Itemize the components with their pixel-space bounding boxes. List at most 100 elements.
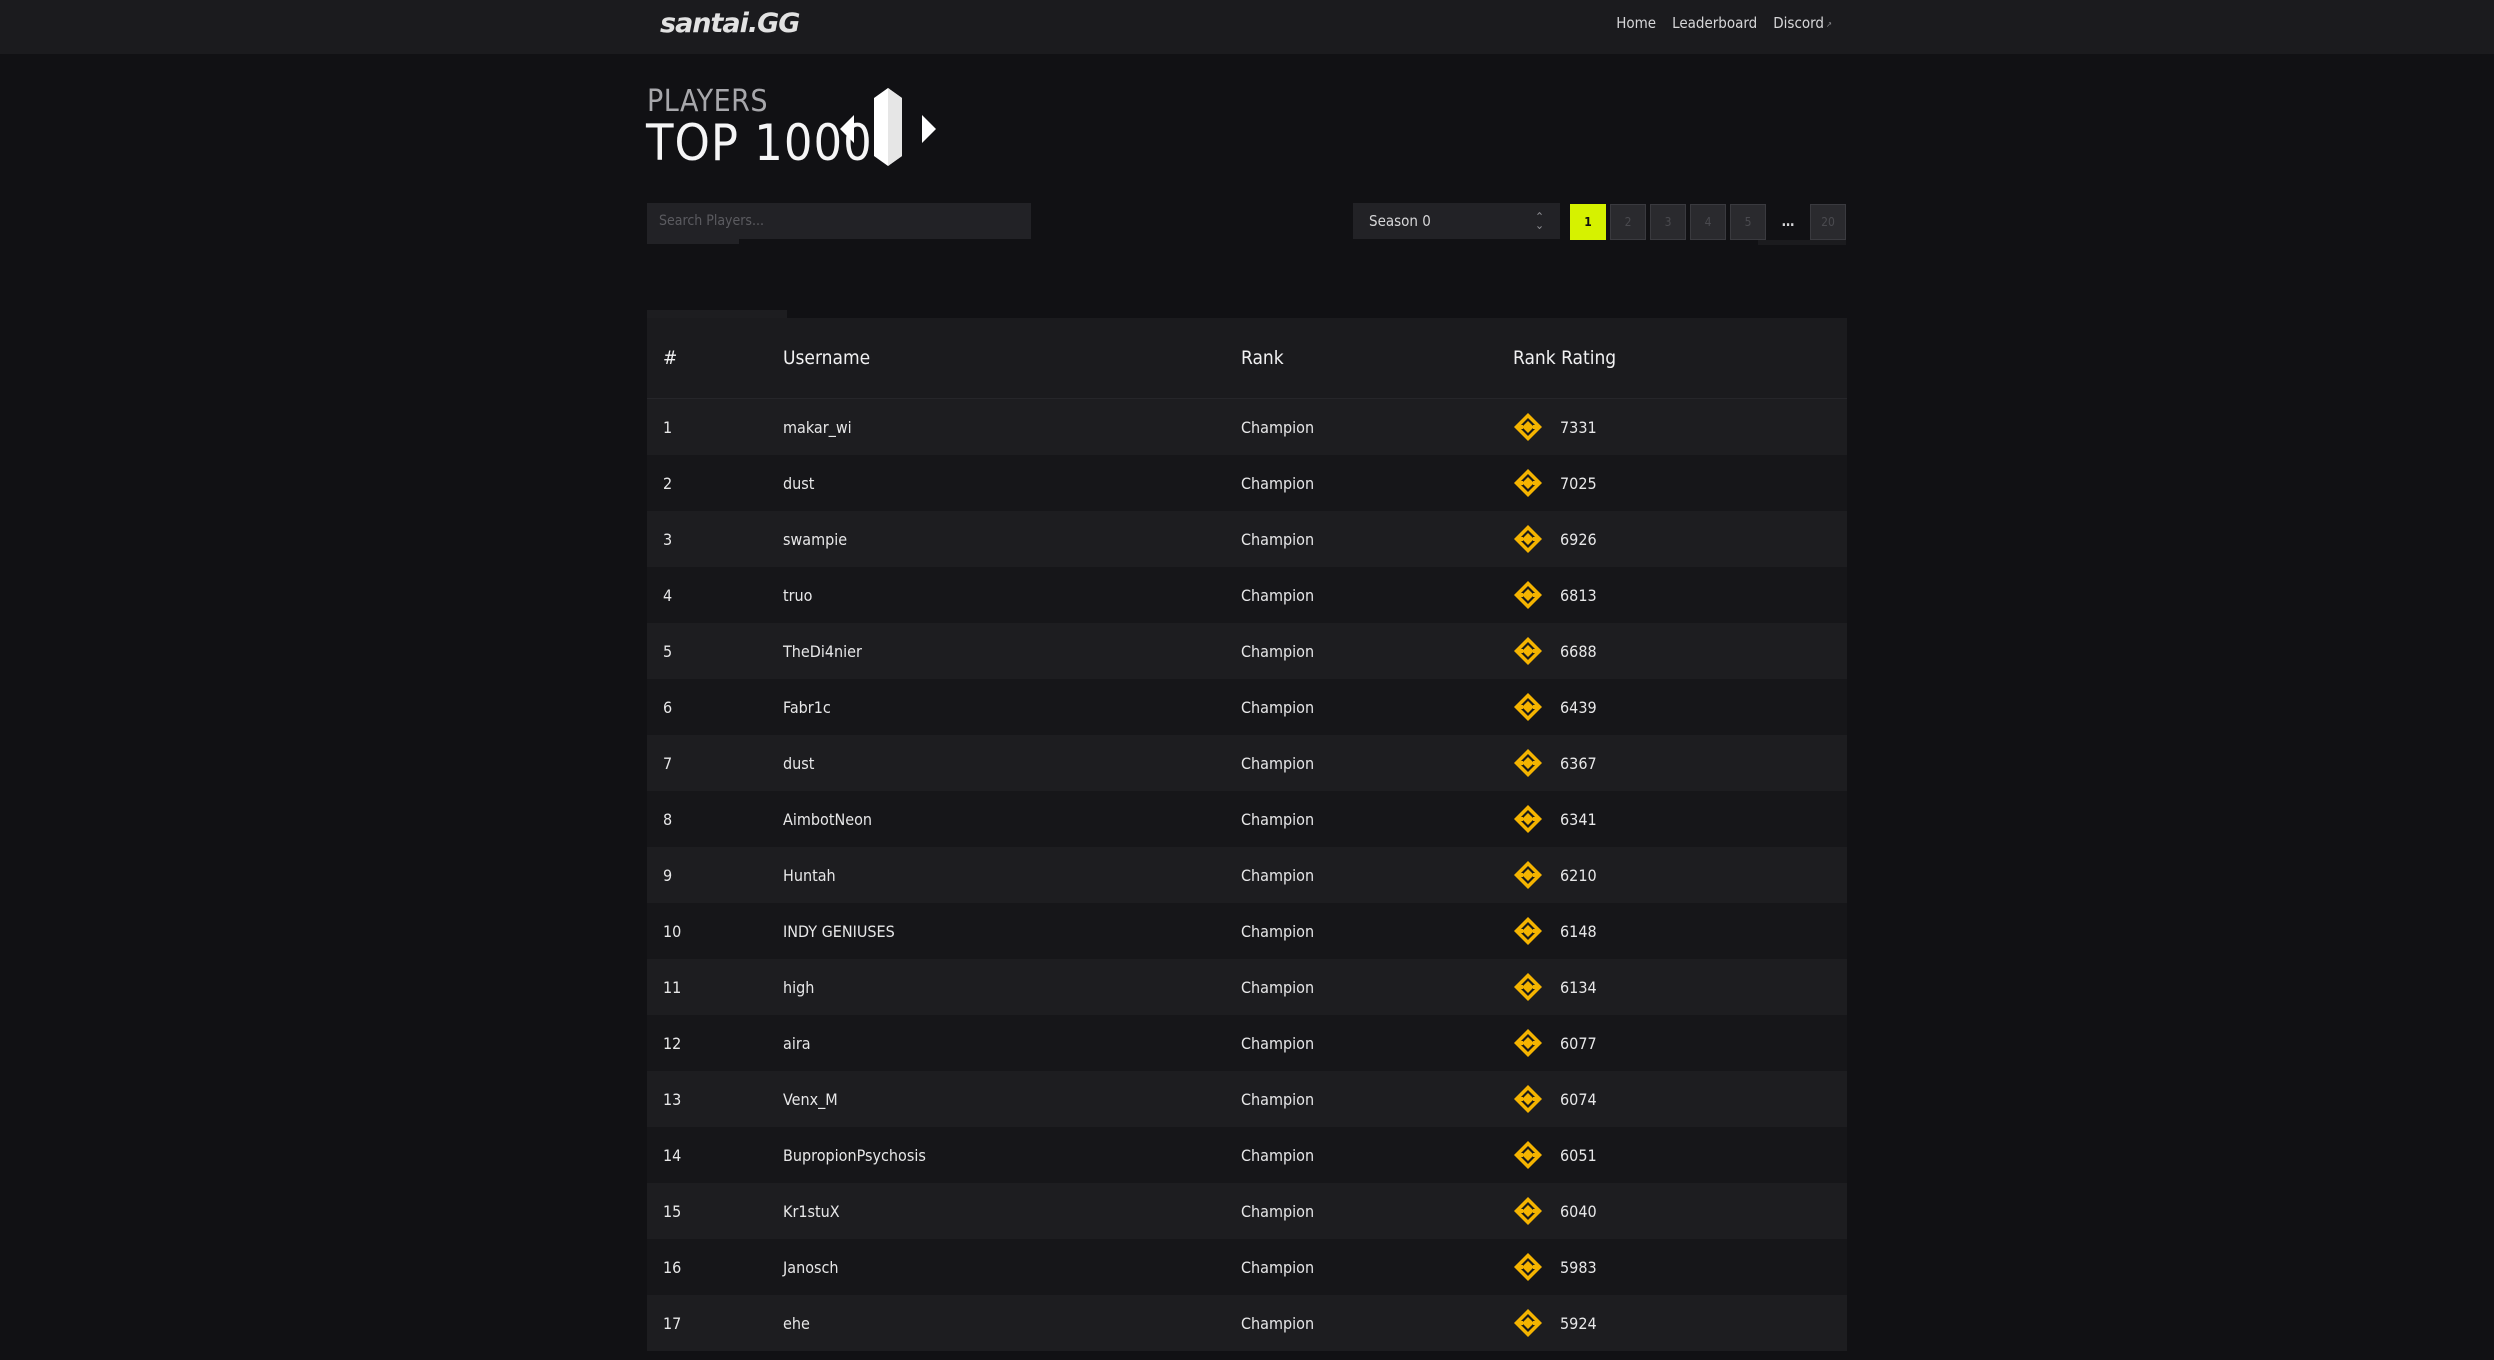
champion-rank-icon bbox=[1514, 749, 1542, 777]
row-rank-rating: 6813 bbox=[1513, 580, 1847, 610]
rank-rating-value: 6341 bbox=[1560, 809, 1597, 829]
row-username[interactable]: truo bbox=[783, 586, 1241, 605]
row-rank-rating: 6040 bbox=[1513, 1196, 1847, 1226]
external-link-icon: ↗ bbox=[1825, 20, 1832, 29]
nav-home-link[interactable]: Home bbox=[1616, 13, 1656, 35]
column-header-rank-rating[interactable]: Rank Rating bbox=[1513, 347, 1847, 369]
champion-rank-icon bbox=[1514, 1253, 1542, 1281]
column-header-position[interactable]: # bbox=[647, 347, 783, 369]
champion-rank-icon bbox=[1514, 805, 1542, 833]
row-username[interactable]: aira bbox=[783, 1034, 1241, 1053]
rank-rating-value: 6148 bbox=[1560, 921, 1597, 941]
rank-rating-value: 6813 bbox=[1560, 585, 1597, 605]
page-button-3[interactable]: 3 bbox=[1650, 204, 1686, 240]
table-row[interactable]: 9 Huntah Champion 6210 bbox=[647, 847, 1847, 903]
row-rank-rating: 6439 bbox=[1513, 692, 1847, 722]
row-rank: Champion bbox=[1241, 697, 1315, 717]
row-position: 8 bbox=[663, 809, 673, 829]
row-username[interactable]: swampie bbox=[783, 530, 1241, 549]
page-button-1[interactable]: 1 bbox=[1570, 204, 1606, 240]
rank-rating-value: 7025 bbox=[1560, 473, 1597, 493]
page-button-4[interactable]: 4 bbox=[1690, 204, 1726, 240]
champion-rank-icon bbox=[1514, 1197, 1542, 1225]
table-row[interactable]: 13 Venx_M Champion 6074 bbox=[647, 1071, 1847, 1127]
row-rank: Champion bbox=[1241, 1033, 1315, 1053]
champion-rank-icon bbox=[1514, 973, 1542, 1001]
page-button-5[interactable]: 5 bbox=[1730, 204, 1766, 240]
nav-discord-label: Discord bbox=[1773, 14, 1824, 32]
table-row[interactable]: 1 makar_wi Champion 7331 bbox=[647, 399, 1847, 455]
row-position: 6 bbox=[663, 697, 673, 717]
row-rank: Champion bbox=[1241, 1145, 1315, 1165]
row-username[interactable]: AimbotNeon bbox=[783, 810, 1241, 829]
search-players-input[interactable] bbox=[647, 203, 1031, 239]
row-username[interactable]: dust bbox=[783, 474, 1241, 493]
row-rank-rating: 6688 bbox=[1513, 636, 1847, 666]
row-username[interactable]: Kr1stuX bbox=[783, 1202, 1241, 1221]
row-rank: Champion bbox=[1241, 417, 1315, 437]
row-rank-rating: 6367 bbox=[1513, 748, 1847, 778]
table-row[interactable]: 15 Kr1stuX Champion 6040 bbox=[647, 1183, 1847, 1239]
champion-rank-icon bbox=[1514, 525, 1542, 553]
row-username[interactable]: BupropionPsychosis bbox=[783, 1146, 1241, 1165]
champion-rank-icon bbox=[1514, 1029, 1542, 1057]
table-row[interactable]: 7 dust Champion 6367 bbox=[647, 735, 1847, 791]
row-rank-rating: 6210 bbox=[1513, 860, 1847, 890]
rank-rating-value: 6077 bbox=[1560, 1033, 1597, 1053]
row-username[interactable]: INDY GENIUSES bbox=[783, 922, 1241, 941]
champion-rank-icon bbox=[1514, 1141, 1542, 1169]
table-row[interactable]: 3 swampie Champion 6926 bbox=[647, 511, 1847, 567]
nav-leaderboard-link[interactable]: Leaderboard bbox=[1672, 13, 1757, 35]
column-header-rank[interactable]: Rank bbox=[1241, 347, 1513, 369]
row-rank-rating: 6341 bbox=[1513, 804, 1847, 834]
page-button-last[interactable]: 20 bbox=[1810, 204, 1846, 240]
champion-rank-icon bbox=[1514, 581, 1542, 609]
rank-rating-value: 6926 bbox=[1560, 529, 1597, 549]
row-username[interactable]: high bbox=[783, 978, 1241, 997]
rank-rating-value: 6074 bbox=[1560, 1089, 1597, 1109]
table-row[interactable]: 4 truo Champion 6813 bbox=[647, 567, 1847, 623]
site-logo[interactable]: santai.GG bbox=[660, 8, 800, 40]
row-username[interactable]: Huntah bbox=[783, 866, 1241, 885]
row-position: 14 bbox=[663, 1145, 682, 1165]
champion-rank-icon bbox=[1514, 469, 1542, 497]
leaderboard-table: # Username Rank Rank Rating 1 makar_wi Cha… bbox=[647, 318, 1847, 1351]
row-rank-rating: 5924 bbox=[1513, 1308, 1847, 1338]
rank-rating-value: 7331 bbox=[1560, 417, 1597, 437]
row-username[interactable]: Janosch bbox=[783, 1258, 1241, 1277]
row-username[interactable]: Fabr1c bbox=[783, 698, 1241, 717]
champion-rank-icon bbox=[1514, 637, 1542, 665]
table-row[interactable]: 14 BupropionPsychosis Champion 6051 bbox=[647, 1127, 1847, 1183]
champion-emblem-icon bbox=[840, 88, 936, 166]
row-position: 7 bbox=[663, 753, 673, 773]
table-row[interactable]: 8 AimbotNeon Champion 6341 bbox=[647, 791, 1847, 847]
pagination-decoration bbox=[1758, 240, 1846, 245]
row-username[interactable]: Venx_M bbox=[783, 1090, 1241, 1109]
column-header-username[interactable]: Username bbox=[783, 347, 1241, 369]
table-row[interactable]: 11 high Champion 6134 bbox=[647, 959, 1847, 1015]
row-position: 5 bbox=[663, 641, 673, 661]
table-row[interactable]: 6 Fabr1c Champion 6439 bbox=[647, 679, 1847, 735]
table-row[interactable]: 17 ehe Champion 5924 bbox=[647, 1295, 1847, 1351]
top-navbar: santai.GG Home Leaderboard Discord ↗ bbox=[0, 0, 2494, 54]
table-row[interactable]: 12 aira Champion 6077 bbox=[647, 1015, 1847, 1071]
table-row[interactable]: 5 TheDi4nier Champion 6688 bbox=[647, 623, 1847, 679]
row-username[interactable]: ehe bbox=[783, 1314, 1241, 1333]
row-rank: Champion bbox=[1241, 1089, 1315, 1109]
table-row[interactable]: 10 INDY GENIUSES Champion 6148 bbox=[647, 903, 1847, 959]
row-rank: Champion bbox=[1241, 1313, 1315, 1333]
row-username[interactable]: makar_wi bbox=[783, 418, 1241, 437]
champion-rank-icon bbox=[1514, 693, 1542, 721]
row-username[interactable]: dust bbox=[783, 754, 1241, 773]
nav-home-label: Home bbox=[1616, 14, 1657, 32]
season-select-value: Season 0 bbox=[1369, 212, 1431, 230]
row-rank: Champion bbox=[1241, 1201, 1315, 1221]
row-username[interactable]: TheDi4nier bbox=[783, 642, 1241, 661]
nav-discord-link[interactable]: Discord ↗ bbox=[1773, 13, 1832, 35]
table-row[interactable]: 2 dust Champion 7025 bbox=[647, 455, 1847, 511]
row-rank-rating: 6148 bbox=[1513, 916, 1847, 946]
table-row[interactable]: 16 Janosch Champion 5983 bbox=[647, 1239, 1847, 1295]
page-button-2[interactable]: 2 bbox=[1610, 204, 1646, 240]
season-select[interactable]: Season 0 ⌃ ⌄ bbox=[1353, 203, 1560, 239]
nav-leaderboard-label: Leaderboard bbox=[1672, 14, 1758, 32]
